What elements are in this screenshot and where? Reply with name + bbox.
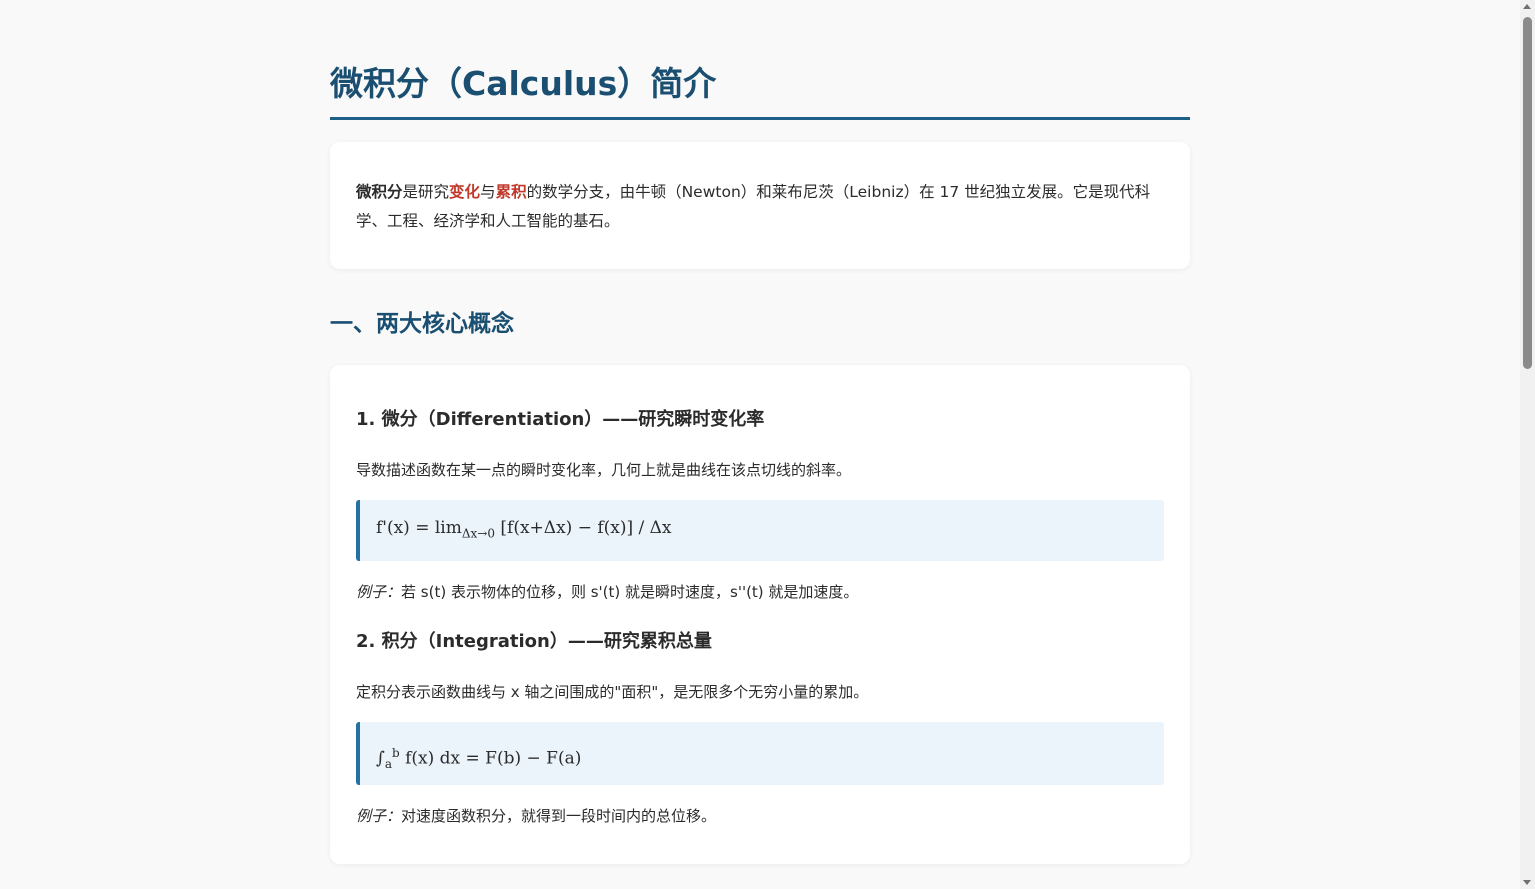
derivative-formula-limit: Δx→0 (461, 526, 495, 541)
integration-example: 例子：对速度函数积分，就得到一段时间内的总位移。 (356, 804, 716, 828)
integration-heading: 2. 积分（Integration）——研究累积总量 (356, 631, 712, 652)
example-text: 对速度函数积分，就得到一段时间内的总位移。 (401, 807, 717, 825)
section-heading: 一、两大核心概念 (330, 311, 514, 337)
intro-term: 微积分 (356, 183, 403, 201)
example-label: 例子： (356, 583, 402, 601)
integral-formula: ∫ab f(x) dx = F(b) − F(a) (356, 722, 1164, 785)
differentiation-heading: 1. 微分（Differentiation）——研究瞬时变化率 (356, 409, 765, 430)
integral-sign: ∫ (376, 748, 385, 769)
intro-text-b: 与 (480, 183, 496, 201)
integral-formula-right: f(x) dx = F(b) − F(a) (399, 748, 582, 769)
derivative-formula: f'(x) = limΔx→0 [f(x+Δx) − f(x)] / Δx (356, 500, 1164, 561)
differentiation-description: 导数描述函数在某一点的瞬时变化率，几何上就是曲线在该点切线的斜率。 (356, 461, 852, 479)
derivative-formula-right: [f(x+Δx) − f(x)] / Δx (495, 518, 672, 538)
intro-paragraph: 微积分是研究变化与累积的数学分支，由牛顿（Newton）和莱布尼茨（Leibni… (356, 178, 1164, 236)
scroll-down-icon[interactable] (1523, 880, 1531, 885)
vertical-scrollbar[interactable] (1520, 0, 1535, 889)
scroll-up-icon[interactable] (1523, 4, 1531, 9)
integral-lower-bound: a (384, 757, 393, 772)
intro-card: 微积分是研究变化与累积的数学分支，由牛顿（Newton）和莱布尼茨（Leibni… (330, 142, 1190, 269)
integration-description: 定积分表示函数曲线与 x 轴之间围成的"面积"，是无限多个无穷小量的累加。 (356, 683, 869, 701)
highlight-accumulation: 累积 (495, 183, 527, 201)
derivative-formula-left: f'(x) = lim (376, 518, 462, 538)
highlight-change: 变化 (449, 183, 481, 201)
scrollbar-thumb[interactable] (1523, 17, 1532, 369)
differentiation-example: 例子：若 s(t) 表示物体的位移，则 s'(t) 就是瞬时速度，s''(t) … (356, 580, 858, 604)
example-text: 若 s(t) 表示物体的位移，则 s'(t) 就是瞬时速度，s''(t) 就是加… (401, 583, 859, 601)
intro-text-a: 是研究 (402, 183, 450, 201)
integral-upper-bound: b (392, 746, 400, 760)
concepts-card: 1. 微分（Differentiation）——研究瞬时变化率 导数描述函数在某… (330, 365, 1190, 864)
example-label: 例子： (356, 807, 402, 825)
page-title: 微积分（Calculus）简介 (330, 62, 1190, 120)
